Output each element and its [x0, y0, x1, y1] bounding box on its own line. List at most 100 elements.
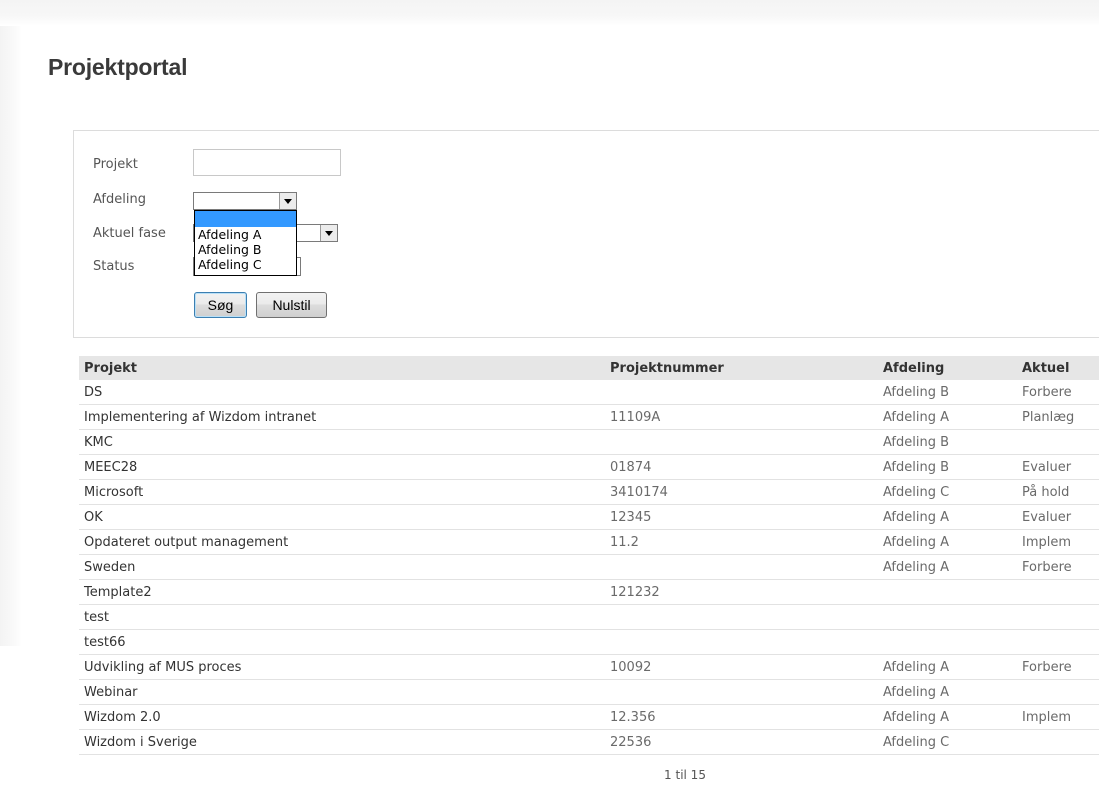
project-number-cell: 121232: [605, 579, 878, 605]
project-number-cell: 01874: [605, 454, 878, 480]
chevron-down-icon: [325, 230, 333, 236]
table-row[interactable]: Template2 121232: [79, 579, 1099, 605]
project-number-cell: 22536: [605, 729, 878, 755]
dropdown-option-empty[interactable]: [195, 211, 296, 227]
department-cell: Afdeling B: [878, 454, 1017, 480]
table-row[interactable]: Microsoft 3410174 Afdeling C På hold: [79, 479, 1099, 505]
department-cell: Afdeling C: [878, 729, 1017, 755]
project-number-cell: [605, 604, 878, 630]
project-number-cell: 11.2: [605, 529, 878, 555]
department-dropdown-button[interactable]: [279, 193, 296, 209]
phase-cell: [1017, 604, 1099, 630]
column-header-project-number[interactable]: Projektnummer: [605, 356, 878, 380]
project-number-cell: 10092: [605, 654, 878, 680]
table-row[interactable]: Sweden Afdeling A Forbere: [79, 554, 1099, 580]
project-name-cell[interactable]: Template2: [79, 579, 605, 605]
table-row[interactable]: KMC Afdeling B: [79, 429, 1099, 455]
project-name-cell[interactable]: Webinar: [79, 679, 605, 705]
project-number-cell: [605, 380, 878, 405]
phase-label: Aktuel fase: [93, 226, 166, 241]
project-name-cell[interactable]: OK: [79, 504, 605, 530]
department-cell: Afdeling A: [878, 504, 1017, 530]
table-row[interactable]: Opdateret output management 11.2 Afdeling …: [79, 529, 1099, 555]
project-name-cell[interactable]: KMC: [79, 429, 605, 455]
table-row[interactable]: DS Afdeling B Forbere: [79, 380, 1099, 405]
phase-cell: Forbere: [1017, 554, 1099, 580]
phase-cell: Planlæg: [1017, 404, 1099, 430]
phase-cell: [1017, 429, 1099, 455]
project-name-cell[interactable]: test66: [79, 629, 605, 655]
project-name-cell[interactable]: Sweden: [79, 554, 605, 580]
background-top-band: [0, 0, 1099, 26]
department-dropdown-list: Afdeling A Afdeling B Afdeling C: [194, 210, 297, 276]
department-cell: [878, 629, 1017, 655]
project-name-cell[interactable]: Opdateret output management: [79, 529, 605, 555]
table-row[interactable]: test: [79, 604, 1099, 630]
project-number-cell: [605, 679, 878, 705]
table-row[interactable]: Implementering af Wizdom intranet 11109A A…: [79, 404, 1099, 430]
project-name-cell[interactable]: Microsoft: [79, 479, 605, 505]
project-number-cell: [605, 554, 878, 580]
department-cell: Afdeling C: [878, 479, 1017, 505]
results-table: Projekt Projektnummer Afdeling Aktuel DS…: [79, 356, 1099, 755]
department-cell: Afdeling A: [878, 404, 1017, 430]
status-label: Status: [93, 259, 135, 274]
reset-button[interactable]: Nulstil: [256, 292, 327, 318]
project-number-cell: 12.356: [605, 704, 878, 730]
project-name-cell[interactable]: test: [79, 604, 605, 630]
search-button[interactable]: Søg: [194, 292, 247, 318]
department-label: Afdeling: [93, 192, 146, 207]
phase-cell: Evaluer: [1017, 454, 1099, 480]
table-header-row: Projekt Projektnummer Afdeling Aktuel: [79, 356, 1099, 380]
table-row[interactable]: test66: [79, 629, 1099, 655]
department-cell: Afdeling B: [878, 380, 1017, 405]
department-select[interactable]: [193, 192, 297, 210]
table-row[interactable]: MEEC28 01874 Afdeling B Evaluer: [79, 454, 1099, 480]
department-cell: [878, 604, 1017, 630]
phase-cell: [1017, 579, 1099, 605]
table-row[interactable]: Wizdom 2.0 12.356 Afdeling A Implem: [79, 704, 1099, 730]
project-name-cell[interactable]: Wizdom i Sverige: [79, 729, 605, 755]
column-header-current-phase[interactable]: Aktuel: [1017, 356, 1099, 380]
background-left-band: [0, 26, 22, 646]
phase-cell: [1017, 629, 1099, 655]
phase-cell: Implem: [1017, 704, 1099, 730]
project-number-cell: [605, 429, 878, 455]
table-row[interactable]: OK 12345 Afdeling A Evaluer: [79, 504, 1099, 530]
department-cell: Afdeling B: [878, 429, 1017, 455]
dropdown-option[interactable]: Afdeling C: [195, 257, 296, 272]
table-row[interactable]: Udvikling af MUS proces 10092 Afdeling A Fo…: [79, 654, 1099, 680]
table-row[interactable]: Wizdom i Sverige 22536 Afdeling C: [79, 729, 1099, 755]
dropdown-option[interactable]: Afdeling A: [195, 227, 296, 242]
department-cell: [878, 579, 1017, 605]
project-name-cell[interactable]: Wizdom 2.0: [79, 704, 605, 730]
column-header-department[interactable]: Afdeling: [878, 356, 1017, 380]
project-number-cell: 3410174: [605, 479, 878, 505]
department-cell: Afdeling A: [878, 654, 1017, 680]
chevron-down-icon: [284, 198, 292, 204]
phase-dropdown-button[interactable]: [320, 225, 337, 241]
page-title: Projektportal: [48, 54, 188, 80]
dropdown-option[interactable]: Afdeling B: [195, 242, 296, 257]
phase-cell: Implem: [1017, 529, 1099, 555]
project-name-cell[interactable]: Implementering af Wizdom intranet: [79, 404, 605, 430]
phase-cell: På hold: [1017, 479, 1099, 505]
pagination-info: 1 til 15: [664, 768, 706, 782]
project-input[interactable]: [193, 149, 341, 176]
phase-cell: Forbere: [1017, 654, 1099, 680]
project-name-cell[interactable]: Udvikling af MUS proces: [79, 654, 605, 680]
project-number-cell: 12345: [605, 504, 878, 530]
phase-cell: Forbere: [1017, 380, 1099, 405]
department-cell: Afdeling A: [878, 554, 1017, 580]
table-row[interactable]: Webinar Afdeling A: [79, 679, 1099, 705]
department-cell: Afdeling A: [878, 704, 1017, 730]
department-cell: Afdeling A: [878, 529, 1017, 555]
phase-cell: Evaluer: [1017, 504, 1099, 530]
project-number-cell: 11109A: [605, 404, 878, 430]
department-cell: Afdeling A: [878, 679, 1017, 705]
project-name-cell[interactable]: MEEC28: [79, 454, 605, 480]
project-name-cell[interactable]: DS: [79, 380, 605, 405]
column-header-project[interactable]: Projekt: [79, 356, 605, 380]
project-number-cell: [605, 629, 878, 655]
phase-cell: [1017, 729, 1099, 755]
